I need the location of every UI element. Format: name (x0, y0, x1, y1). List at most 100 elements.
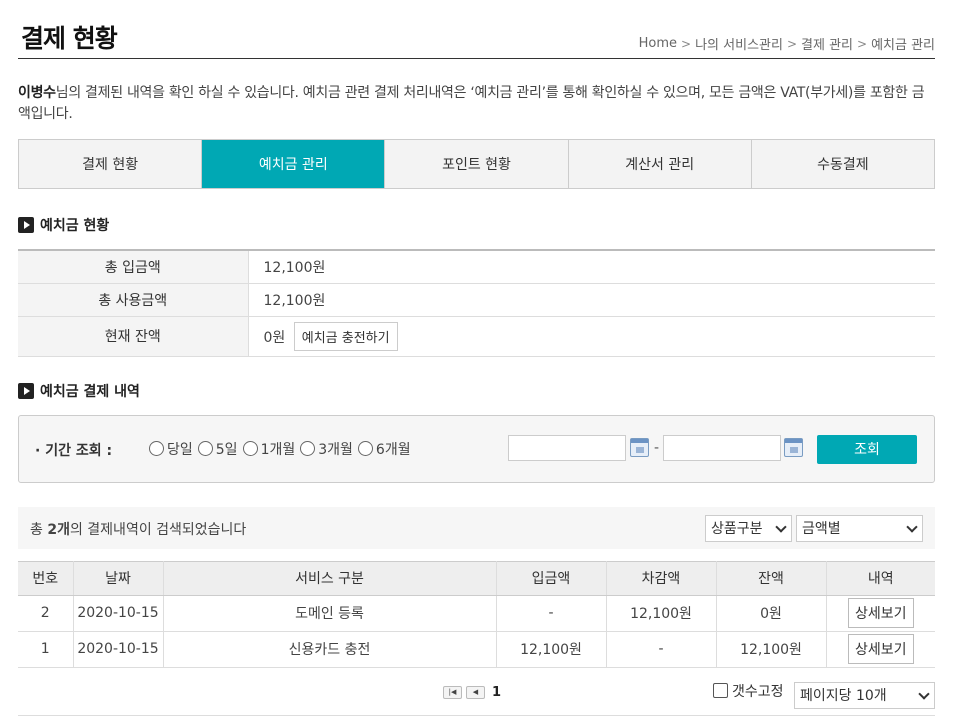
history-table: 번호 날짜 서비스 구분 입금액 차감액 잔액 내역 2 2020-10-15 … (18, 560, 935, 668)
radio-circle[interactable] (357, 441, 373, 456)
select-value: 금액별 (802, 521, 841, 537)
cell-deduct: 12,100원 (606, 595, 717, 632)
page-title: 결제 현황 (21, 24, 118, 53)
cell-detail: 상세보기 (826, 631, 935, 668)
section-title: 예치금 현황 (40, 218, 110, 234)
table-row: 1 2020-10-15 신용카드 충전 12,100원 - 12,100원 상… (18, 631, 935, 668)
column-header: 날짜 (73, 561, 164, 596)
breadcrumb-home[interactable]: Home (639, 36, 677, 51)
cell-balance: 0원 (716, 595, 827, 632)
product-filter-select[interactable]: 상품구분 (705, 514, 792, 542)
tab-manual-payment[interactable]: 수동결제 (751, 140, 935, 188)
tab-invoice-management[interactable]: 계산서 관리 (568, 140, 752, 188)
radio-label: 3개월 (318, 441, 353, 458)
amount-filter-select[interactable]: 금액별 (796, 514, 923, 542)
pagination-row: |◀ ◀ 1 갯수고정 페이지당 10개 (18, 668, 935, 716)
radio-5days[interactable]: 5일 (197, 439, 238, 459)
breadcrumb-deposit[interactable]: 예치금 관리 (871, 34, 935, 53)
page-header: 결제 현황 Home > 나의 서비스관리 > 결제 관리 > 예치금 관리 (18, 0, 935, 59)
summary-row: 총 사용금액 12,100원 (18, 283, 935, 317)
radio-6months[interactable]: 6개월 (357, 439, 411, 459)
search-panel: · 기간 조회 : 당일 5일 1개월 3개월 6개월 - 조회 (18, 414, 935, 483)
cell-deduct: - (606, 631, 717, 668)
radio-3months[interactable]: 3개월 (300, 439, 353, 459)
date-separator: - (654, 439, 660, 456)
date-from-input[interactable] (508, 434, 626, 461)
cell-no: 1 (18, 631, 74, 668)
search-button[interactable]: 조회 (817, 434, 917, 464)
section-title: 예치금 결제 내역 (40, 383, 140, 400)
radio-circle[interactable] (242, 441, 258, 456)
current-balance: 0원 (263, 329, 286, 346)
fix-count-checkbox[interactable]: 갯수고정 (713, 681, 784, 701)
select-value: 상품구분 (711, 521, 763, 537)
checkbox-box[interactable] (713, 683, 728, 698)
result-prefix: 총 (30, 521, 48, 538)
breadcrumb-service[interactable]: 나의 서비스관리 (695, 34, 783, 53)
row-label: 총 입금액 (18, 250, 249, 284)
cell-service: 도메인 등록 (163, 595, 497, 632)
detail-button[interactable]: 상세보기 (847, 598, 914, 628)
cell-balance: 12,100원 (716, 631, 827, 668)
breadcrumb: Home > 나의 서비스관리 > 결제 관리 > 예치금 관리 (639, 34, 935, 53)
payment-page: 결제 현황 Home > 나의 서비스관리 > 결제 관리 > 예치금 관리 이… (18, 0, 935, 716)
intro-text: 이병수님의 결제된 내역을 확인 하실 수 있습니다. 예치금 관련 결제 처리… (18, 83, 935, 125)
column-header: 잔액 (716, 561, 827, 596)
radio-label: 5일 (215, 441, 238, 458)
calendar-icon[interactable] (630, 437, 649, 457)
detail-button[interactable]: 상세보기 (847, 634, 914, 664)
play-bullet-icon (18, 217, 34, 233)
column-header: 내역 (826, 561, 935, 596)
current-page[interactable]: 1 (492, 685, 501, 700)
first-page-icon[interactable]: |◀ (443, 685, 462, 699)
chevron-right-icon: > (786, 36, 798, 51)
radio-circle[interactable] (149, 441, 164, 456)
date-to-input[interactable] (663, 434, 781, 461)
row-label: 현재 잔액 (18, 316, 249, 357)
tab-payment-status[interactable]: 결제 현황 (19, 140, 203, 188)
deposit-summary-table: 총 입금액 12,100원 총 사용금액 12,100원 현재 잔액 0원 예치… (18, 249, 935, 357)
column-header: 입금액 (496, 561, 607, 596)
radio-1month[interactable]: 1개월 (242, 439, 296, 459)
tab-point-status[interactable]: 포인트 현황 (385, 140, 569, 188)
cell-deposit: 12,100원 (496, 631, 607, 668)
prev-page-icon[interactable]: ◀ (466, 685, 485, 699)
radio-label: 당일 (167, 441, 193, 458)
checkbox-label: 갯수고정 (732, 683, 784, 700)
result-suffix: 의 결제내역이 검색되었습니다 (69, 521, 247, 538)
chevron-right-icon: > (681, 36, 692, 51)
section-deposit-history: 예치금 결제 내역 (18, 381, 935, 401)
tab-deposit-management[interactable]: 예치금 관리 (202, 140, 386, 188)
radio-label: 1개월 (260, 441, 296, 458)
cell-date: 2020-10-15 (73, 595, 164, 632)
result-count-text: 총 2개의 결제내역이 검색되었습니다 (30, 519, 246, 539)
chevron-down-icon (918, 687, 930, 700)
result-count: 2개 (47, 521, 70, 538)
radio-label: 6개월 (375, 441, 411, 458)
calendar-icon[interactable] (784, 437, 803, 457)
column-header: 차감액 (606, 561, 717, 596)
pagination: |◀ ◀ 1 (443, 685, 501, 700)
per-page-select[interactable]: 페이지당 10개 (794, 681, 935, 709)
chevron-down-icon (775, 520, 787, 533)
select-value: 페이지당 10개 (800, 688, 887, 704)
intro-description: 님의 결제된 내역을 확인 하실 수 있습니다. 예치금 관련 결제 처리내역은… (18, 85, 925, 122)
radio-today[interactable]: 당일 (149, 439, 193, 459)
table-header-row: 번호 날짜 서비스 구분 입금액 차감액 잔액 내역 (18, 561, 935, 596)
row-value: 12,100원 (248, 283, 935, 317)
section-deposit-status: 예치금 현황 (18, 215, 935, 235)
radio-circle[interactable] (300, 441, 316, 456)
row-value: 12,100원 (248, 250, 935, 284)
cell-deposit: - (496, 595, 607, 632)
breadcrumb-payment[interactable]: 결제 관리 (801, 34, 853, 53)
summary-row: 현재 잔액 0원 예치금 충전하기 (18, 316, 935, 357)
chevron-right-icon: > (857, 36, 868, 51)
radio-circle[interactable] (197, 441, 213, 456)
user-name: 이병수 (18, 85, 56, 101)
cell-no: 2 (18, 595, 74, 632)
chevron-down-icon (906, 520, 918, 533)
charge-deposit-button[interactable]: 예치금 충전하기 (293, 321, 398, 351)
result-bar: 총 2개의 결제내역이 검색되었습니다 상품구분 금액별 (18, 506, 935, 549)
cell-service: 신용카드 충전 (163, 631, 497, 668)
play-bullet-icon (18, 382, 34, 399)
